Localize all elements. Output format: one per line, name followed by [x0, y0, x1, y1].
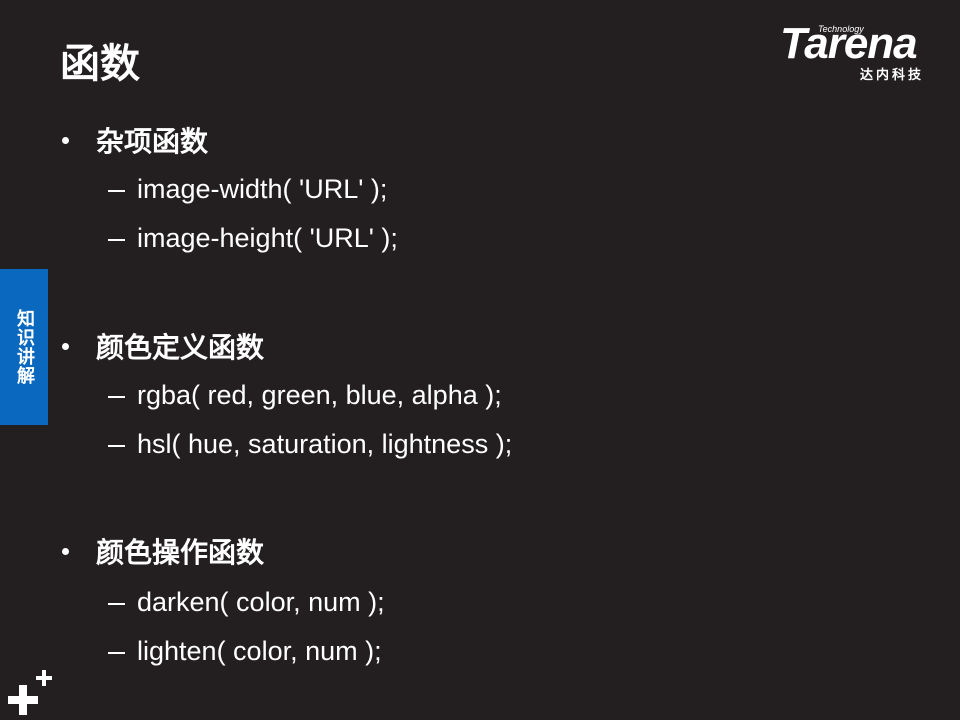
dash-icon	[108, 603, 125, 605]
dash-icon	[108, 239, 125, 241]
bullet-dot-icon	[62, 547, 69, 555]
dash-icon	[108, 652, 125, 654]
sub-item: lighten( color, num );	[108, 633, 382, 669]
sub-item: hsl( hue, saturation, lightness );	[108, 426, 512, 462]
dash-icon	[108, 190, 125, 192]
sub-item: rgba( red, green, blue, alpha );	[108, 377, 502, 413]
bullet-dot-icon	[62, 136, 69, 144]
plus-plus-icon	[8, 670, 52, 715]
bullet-dot-icon	[62, 342, 69, 350]
dash-icon	[108, 396, 125, 398]
sub-item-text: hsl( hue, saturation, lightness );	[137, 428, 513, 459]
sub-item-text: image-width( 'URL' );	[137, 173, 388, 204]
sub-item: image-width( 'URL' );	[108, 171, 387, 207]
sub-item: darken( color, num );	[108, 584, 385, 620]
sub-item-text: darken( color, num );	[137, 586, 385, 617]
sub-item: image-height( 'URL' );	[108, 220, 398, 256]
bullet-heading: 颜色定义函数	[96, 331, 265, 364]
bullet-heading: 杂项函数	[96, 125, 209, 158]
bullet-heading: 颜色操作函数	[96, 536, 265, 569]
bullet-color-operation-functions: 颜色操作函数	[60, 531, 264, 571]
bullet-misc-functions: 杂项函数	[60, 120, 208, 160]
sub-item-text: rgba( red, green, blue, alpha );	[137, 379, 502, 410]
sub-item-text: lighten( color, num );	[137, 635, 382, 666]
dash-icon	[108, 445, 125, 447]
slide-content: 杂项函数 image-width( 'URL' ); image-height(…	[0, 0, 960, 720]
sub-item-text: image-height( 'URL' );	[137, 222, 398, 253]
bullet-color-definition-functions: 颜色定义函数	[60, 326, 264, 366]
